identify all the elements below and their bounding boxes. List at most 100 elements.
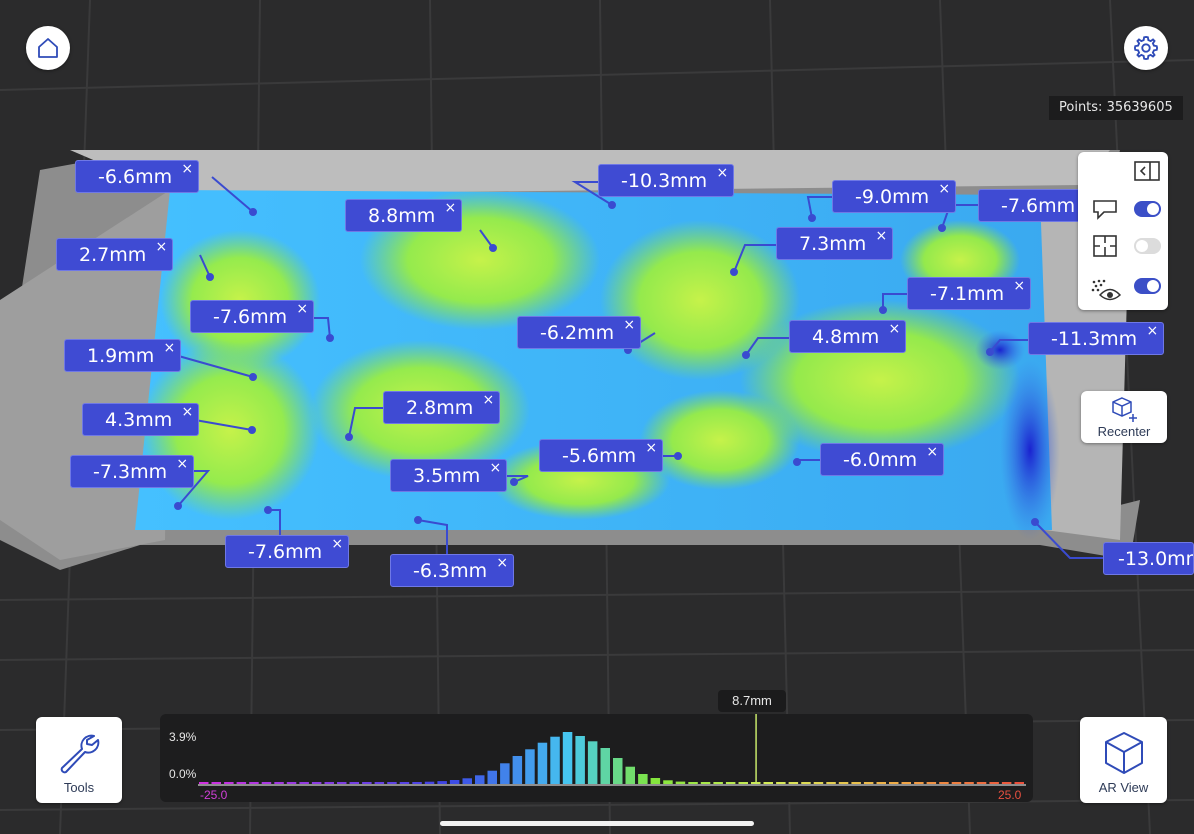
measurement-tag[interactable]: -7.6mm × <box>190 300 315 333</box>
histogram-bar <box>525 749 535 784</box>
remove-icon[interactable]: × <box>645 441 657 455</box>
points-count: Points: 35639605 <box>1049 96 1183 120</box>
measurement-tag[interactable]: -6.3mm × <box>390 554 515 587</box>
histogram-bar <box>964 782 974 784</box>
measurement-value: -7.1mm <box>930 283 1005 305</box>
histogram-bar <box>650 778 661 784</box>
histogram-bar <box>575 736 585 784</box>
measurement-value: -6.0mm <box>843 449 918 471</box>
measurement-value: -9.0mm <box>855 186 930 208</box>
measurement-tag[interactable]: -11.3mm × <box>1028 322 1165 355</box>
remove-icon[interactable]: × <box>182 405 194 419</box>
histogram-bar <box>951 782 962 784</box>
measurement-tag[interactable]: -5.6mm × <box>539 439 664 472</box>
remove-icon[interactable]: × <box>445 201 457 215</box>
measurement-tag[interactable]: 2.8mm × <box>383 391 501 424</box>
measurement-tag[interactable]: 4.8mm × <box>789 320 907 353</box>
remove-icon[interactable]: × <box>1013 279 1025 293</box>
measurement-tag[interactable]: 1.9mm × <box>64 339 182 372</box>
settings-button[interactable] <box>1124 26 1168 70</box>
remove-icon[interactable]: × <box>176 457 188 471</box>
remove-icon[interactable]: × <box>164 341 176 355</box>
ar-view-label: AR View <box>1098 780 1149 795</box>
home-button[interactable] <box>26 26 70 70</box>
measurement-tag[interactable]: -6.2mm × <box>517 316 642 349</box>
histogram-bar <box>274 782 284 784</box>
measurement-tag[interactable]: -10.3mm × <box>598 164 735 197</box>
remove-icon[interactable]: × <box>496 556 508 570</box>
point-cloud-toggle[interactable] <box>1134 278 1161 294</box>
comment-icon <box>1093 200 1117 220</box>
histogram-bar <box>324 782 334 784</box>
recenter-button[interactable]: Recenter <box>1081 391 1167 443</box>
histogram-bar <box>813 782 824 784</box>
cube-icon <box>1104 732 1143 774</box>
remove-icon[interactable]: × <box>331 537 343 551</box>
measurement-tag[interactable]: 7.3mm × <box>776 227 894 260</box>
measurement-value: 1.9mm <box>87 345 155 367</box>
histogram-bar <box>776 782 786 784</box>
point-cloud-eye-icon <box>1091 279 1122 301</box>
measurement-tag[interactable]: -6.6mm × <box>75 160 200 193</box>
measurement-value: 4.8mm <box>812 326 880 348</box>
comment-toggle[interactable] <box>1134 201 1161 217</box>
histogram-bar <box>675 781 686 784</box>
histogram-bar <box>876 782 886 784</box>
measurement-tag[interactable]: -6.0mm × <box>820 443 945 476</box>
measurement-tag[interactable]: 3.5mm × <box>390 459 508 492</box>
tools-button[interactable]: Tools <box>36 717 122 803</box>
histogram-bar <box>926 782 937 784</box>
measurement-tag[interactable]: 8.8mm × <box>345 199 463 232</box>
remove-icon[interactable]: × <box>490 461 502 475</box>
measurement-tag[interactable]: -7.6mm × <box>225 535 350 568</box>
histogram-bar <box>299 782 309 784</box>
remove-icon[interactable]: × <box>889 322 901 336</box>
tools-label: Tools <box>63 780 95 795</box>
histogram-bar <box>914 782 924 784</box>
remove-icon[interactable]: × <box>716 166 728 180</box>
histogram-marker-value: 8.7mm <box>718 690 786 712</box>
histogram-bar <box>625 766 635 784</box>
measurement-tag[interactable]: -7.6mm <box>978 189 1085 222</box>
histogram-bar <box>362 782 372 784</box>
remove-icon[interactable]: × <box>483 393 495 407</box>
measurement-tag[interactable]: -13.0mm <box>1103 542 1194 575</box>
histogram-bar <box>788 782 799 784</box>
histogram-bar <box>449 780 460 784</box>
histogram-bar <box>838 782 849 784</box>
histogram-bar <box>387 782 397 784</box>
histogram-bar <box>424 781 435 784</box>
measurement-value: 7.3mm <box>799 233 867 255</box>
floorplan-toggle[interactable] <box>1134 238 1161 254</box>
histogram-bar <box>224 782 234 784</box>
measurement-value: -6.3mm <box>413 560 488 582</box>
remove-icon[interactable]: × <box>926 445 938 459</box>
recenter-label: Recenter <box>1097 424 1151 439</box>
remove-icon[interactable]: × <box>1146 324 1158 338</box>
measurement-value: -10.3mm <box>621 170 708 192</box>
home-indicator[interactable] <box>440 821 754 826</box>
remove-icon[interactable]: × <box>296 302 308 316</box>
measurement-tag[interactable]: -7.1mm × <box>907 277 1032 310</box>
histogram-bar <box>725 782 736 784</box>
deviation-histogram[interactable]: 3.9% 0.0% -25.0 25.0 <box>160 714 1033 802</box>
histogram-bar <box>738 782 748 784</box>
measurement-tag[interactable]: -9.0mm × <box>832 180 957 213</box>
remove-icon[interactable]: × <box>938 182 950 196</box>
histogram-bar <box>688 782 698 784</box>
histogram-bar <box>901 782 911 784</box>
histogram-bar <box>512 756 523 784</box>
measurement-tag[interactable]: -7.3mm × <box>70 455 195 488</box>
collapse-panel-icon[interactable] <box>1134 160 1160 182</box>
histogram-bar <box>487 770 497 784</box>
remove-icon[interactable]: × <box>181 162 193 176</box>
remove-icon[interactable]: × <box>876 229 888 243</box>
histogram-bar <box>337 782 347 784</box>
remove-icon[interactable]: × <box>156 240 168 254</box>
measurement-tag[interactable]: 2.7mm × <box>56 238 174 271</box>
remove-icon[interactable]: × <box>623 318 635 332</box>
ar-view-button[interactable]: AR View <box>1080 717 1167 803</box>
histogram-bar <box>826 782 836 784</box>
histogram-bar <box>261 782 272 784</box>
measurement-tag[interactable]: 4.3mm × <box>82 403 200 436</box>
